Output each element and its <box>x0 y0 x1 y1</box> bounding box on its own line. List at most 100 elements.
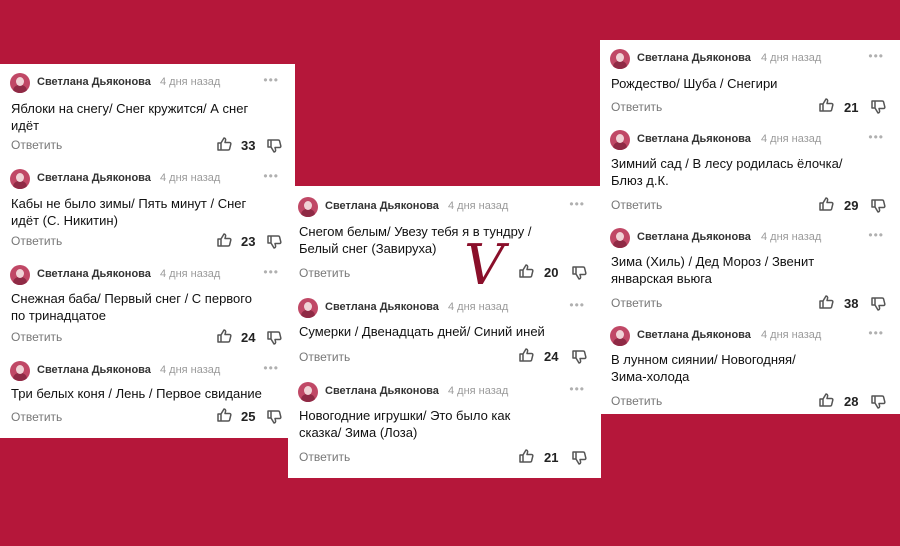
more-options-icon[interactable]: ••• <box>263 169 279 183</box>
avatar[interactable] <box>610 326 630 346</box>
comment-text-line: Кабы не было зимы/ Пять минут / Снег <box>11 196 247 211</box>
comment-text-line: Снежная баба/ Первый снег / С первого <box>11 291 252 306</box>
reply-button[interactable]: Ответить <box>611 100 662 114</box>
comment-time: 4 дня назад <box>160 268 221 280</box>
thumbs-down-icon[interactable] <box>266 409 282 425</box>
thumbs-down-icon[interactable] <box>571 349 587 365</box>
thumbs-up-icon[interactable] <box>518 347 534 363</box>
thumbs-up-icon[interactable] <box>216 136 232 152</box>
author-name[interactable]: Светлана Дьяконова <box>637 52 751 64</box>
like-count: 25 <box>241 409 256 424</box>
more-options-icon[interactable]: ••• <box>868 326 884 340</box>
avatar[interactable] <box>298 197 318 217</box>
comment-item: Светлана Дьяконова 4 дня назад ••• Новог… <box>288 382 601 470</box>
thumbs-up-icon[interactable] <box>518 263 534 279</box>
more-options-icon[interactable]: ••• <box>868 49 884 63</box>
thumbs-down-icon[interactable] <box>870 296 886 312</box>
reply-button[interactable]: Ответить <box>11 138 62 152</box>
author-name[interactable]: Светлана Дьяконова <box>637 329 751 341</box>
thumbs-up-icon[interactable] <box>818 294 834 310</box>
author-name[interactable]: Светлана Дьяконова <box>37 172 151 184</box>
more-options-icon[interactable]: ••• <box>263 73 279 87</box>
reply-button[interactable]: Ответить <box>11 234 62 248</box>
comment-text: Сумерки / Двенадцать дней/ Синий иней <box>299 323 589 340</box>
author-name[interactable]: Светлана Дьяконова <box>37 268 151 280</box>
comment-text-line: Три белых коня / Лень / Первое свидание <box>11 386 262 401</box>
thumbs-down-icon[interactable] <box>870 198 886 214</box>
avatar[interactable] <box>10 169 30 189</box>
author-name[interactable]: Светлана Дьяконова <box>325 385 439 397</box>
like-count: 38 <box>844 296 859 311</box>
thumbs-up-icon[interactable] <box>216 407 232 423</box>
comment-item: Светлана Дьяконова 4 дня назад ••• Снежн… <box>0 265 295 353</box>
reply-button[interactable]: Ответить <box>299 450 350 464</box>
more-options-icon[interactable]: ••• <box>569 382 585 396</box>
more-options-icon[interactable]: ••• <box>569 197 585 211</box>
more-options-icon[interactable]: ••• <box>868 228 884 242</box>
comment-item: Светлана Дьяконова 4 дня назад ••• Зимни… <box>600 130 900 218</box>
comment-time: 4 дня назад <box>761 52 822 64</box>
comment-text-line: Белый снег (Завируха) <box>299 241 437 256</box>
reply-button[interactable]: Ответить <box>611 394 662 408</box>
like-count: 20 <box>544 265 559 280</box>
avatar[interactable] <box>298 298 318 318</box>
reply-button[interactable]: Ответить <box>611 198 662 212</box>
comments-panel-right: Светлана Дьяконова 4 дня назад ••• Рожде… <box>600 40 900 414</box>
reply-button[interactable]: Ответить <box>611 296 662 310</box>
reply-button[interactable]: Ответить <box>11 330 62 344</box>
comment-text: В лунном сиянии/ Новогодняя/ Зима-холода <box>611 351 888 385</box>
comment-time: 4 дня назад <box>761 329 822 341</box>
thumbs-down-icon[interactable] <box>266 234 282 250</box>
author-name[interactable]: Светлана Дьяконова <box>325 301 439 313</box>
avatar[interactable] <box>10 361 30 381</box>
comment-text-line: идёт <box>11 118 40 133</box>
comment-time: 4 дня назад <box>448 301 509 313</box>
thumbs-down-icon[interactable] <box>870 394 886 410</box>
comment-text-line: Зима (Хиль) / Дед Мороз / Звенит <box>611 254 815 269</box>
thumbs-up-icon[interactable] <box>518 448 534 464</box>
avatar[interactable] <box>610 130 630 150</box>
reply-button[interactable]: Ответить <box>11 410 62 424</box>
more-options-icon[interactable]: ••• <box>569 298 585 312</box>
reply-button[interactable]: Ответить <box>299 350 350 364</box>
comment-text: Рождество/ Шуба / Снегири <box>611 75 888 92</box>
avatar[interactable] <box>610 49 630 69</box>
comment-text-line: по тринадцатое <box>11 308 106 323</box>
thumbs-down-icon[interactable] <box>571 265 587 281</box>
comment-text-line: Зима-холода <box>611 369 690 384</box>
comment-text: Кабы не было зимы/ Пять минут / Снег идё… <box>11 195 283 229</box>
more-options-icon[interactable]: ••• <box>868 130 884 144</box>
comment-text-line: Блюз д.К. <box>611 173 669 188</box>
author-name[interactable]: Светлана Дьяконова <box>325 200 439 212</box>
more-options-icon[interactable]: ••• <box>263 265 279 279</box>
like-count: 21 <box>544 450 559 465</box>
author-name[interactable]: Светлана Дьяконова <box>637 133 751 145</box>
thumbs-down-icon[interactable] <box>266 138 282 154</box>
comment-time: 4 дня назад <box>448 200 509 212</box>
avatar[interactable] <box>10 265 30 285</box>
comment-item: Светлана Дьяконова 4 дня назад ••• Яблок… <box>0 73 295 161</box>
thumbs-down-icon[interactable] <box>870 99 886 115</box>
comment-text: Новогодние игрушки/ Это было как сказка/… <box>299 407 589 441</box>
comment-time: 4 дня назад <box>761 133 822 145</box>
comments-panel-middle: Светлана Дьяконова 4 дня назад ••• Снего… <box>288 186 601 478</box>
comment-text: Яблоки на снегу/ Снег кружится/ А снег и… <box>11 100 283 134</box>
thumbs-up-icon[interactable] <box>216 328 232 344</box>
thumbs-up-icon[interactable] <box>818 392 834 408</box>
reply-button[interactable]: Ответить <box>299 266 350 280</box>
thumbs-up-icon[interactable] <box>216 232 232 248</box>
avatar[interactable] <box>610 228 630 248</box>
thumbs-down-icon[interactable] <box>571 450 587 466</box>
thumbs-up-icon[interactable] <box>818 97 834 113</box>
avatar[interactable] <box>10 73 30 93</box>
author-name[interactable]: Светлана Дьяконова <box>37 76 151 88</box>
comment-text-line: Сумерки / Двенадцать дней/ Синий иней <box>299 324 545 339</box>
thumbs-up-icon[interactable] <box>818 196 834 212</box>
thumbs-down-icon[interactable] <box>266 330 282 346</box>
author-name[interactable]: Светлана Дьяконова <box>637 231 751 243</box>
like-count: 24 <box>544 349 559 364</box>
avatar[interactable] <box>298 382 318 402</box>
comment-text-line: Снегом белым/ Увезу тебя я в тундру / <box>299 224 532 239</box>
author-name[interactable]: Светлана Дьяконова <box>37 364 151 376</box>
more-options-icon[interactable]: ••• <box>263 361 279 375</box>
